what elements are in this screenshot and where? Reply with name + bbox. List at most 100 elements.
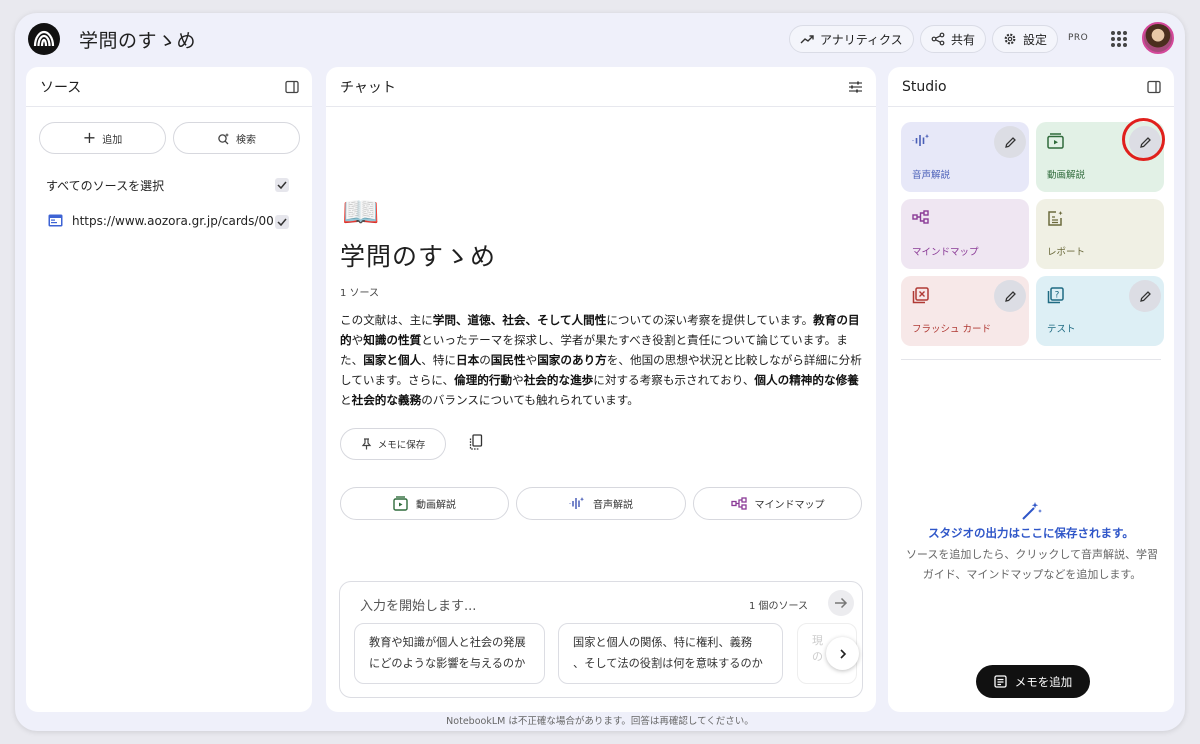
- studio-tile-flashcards[interactable]: フラッシュ カード: [901, 276, 1029, 346]
- chat-input[interactable]: 入力を開始します...: [360, 595, 476, 614]
- studio-tile-quiz[interactable]: ? テスト: [1036, 276, 1164, 346]
- notebook-title[interactable]: 学問のすゝめ: [79, 26, 196, 53]
- select-all-label: すべてのソースを選択: [46, 179, 165, 193]
- summary-text: や: [351, 333, 364, 347]
- pin-icon: [361, 438, 371, 450]
- tile-label: フラッシュ カード: [912, 324, 992, 335]
- suggestion-line: 教育や知識が個人と社会の発展: [369, 636, 526, 649]
- report-icon: [1048, 211, 1063, 226]
- share-icon: [931, 32, 945, 46]
- summary-bold-term: 社会的な進歩: [523, 373, 594, 387]
- notebook-heading: 学問のすゝめ: [340, 242, 497, 271]
- plus-icon: +: [82, 128, 97, 147]
- summary-text: についての深い考察を提供しています。: [606, 313, 814, 327]
- add-memo-label: メモを追加: [1014, 674, 1073, 689]
- select-all-checkbox[interactable]: [275, 178, 289, 192]
- divider: [901, 359, 1161, 360]
- disclaimer-footer: NotebookLM は不正確な場合があります。回答は再確認してください。: [446, 716, 754, 727]
- add-source-button[interactable]: + 追加: [39, 122, 166, 154]
- flashcard-icon: [912, 287, 929, 304]
- edit-button[interactable]: [1129, 280, 1161, 312]
- magic-wand-icon: [1022, 502, 1042, 520]
- tune-icon[interactable]: [848, 80, 863, 94]
- edit-button[interactable]: [994, 126, 1026, 158]
- highlight-ring: [1122, 118, 1165, 161]
- add-memo-button[interactable]: メモを追加: [976, 665, 1090, 698]
- send-button[interactable]: [828, 590, 854, 616]
- video-overview-button[interactable]: 動画解説: [340, 487, 509, 520]
- mind-map-button[interactable]: マインドマップ: [693, 487, 862, 520]
- edit-button[interactable]: [994, 280, 1026, 312]
- studio-empty-desc: ソースを追加したら、クリックして音声解説、学習ガイド、マインドマップなどを追加し…: [905, 548, 1159, 581]
- pencil-icon: [1004, 136, 1016, 148]
- gear-icon: [1004, 33, 1016, 45]
- suggestion-chip[interactable]: 国家と個人の関係、特に権利、義務 、そして法の役割は何を意味するのか: [558, 623, 783, 684]
- summary-text: と: [340, 393, 352, 407]
- summary-bold-term: 国家と個人: [363, 353, 422, 367]
- source-item-label[interactable]: https://www.aozora.gr.jp/cards/00...: [72, 214, 285, 228]
- next-suggestions-button[interactable]: [826, 637, 859, 670]
- search-source-button[interactable]: 検索: [173, 122, 300, 154]
- summary-bold-term: 社会的な義務: [351, 393, 422, 407]
- audio-overview-button[interactable]: 音声解説: [516, 487, 686, 520]
- web-source-icon: [48, 214, 63, 227]
- summary-bold-term: 日本: [455, 353, 480, 367]
- summary-text: この文献は、主に: [340, 313, 433, 327]
- svg-text:?: ?: [1055, 291, 1060, 301]
- studio-tile-report[interactable]: レポート: [1036, 199, 1164, 269]
- suggestion-line: 、そして法の役割は何を意味するのか: [573, 657, 763, 670]
- settings-button[interactable]: 設定: [992, 25, 1059, 53]
- sources-title: ソース: [40, 79, 82, 96]
- copy-icon[interactable]: [469, 434, 483, 450]
- check-icon: [277, 181, 287, 190]
- chat-panel: チャット 📖 学問のすゝめ 1 ソース この文献は、主に学問、道徳、社会、そして…: [326, 67, 876, 712]
- source-count: 1 ソース: [340, 288, 380, 299]
- note-icon: [994, 675, 1007, 688]
- notebooklm-logo-icon[interactable]: [28, 23, 60, 55]
- studio-empty-title: スタジオの出力はここに保存されます。: [928, 526, 1134, 540]
- summary-bold-term: 倫理的行動: [454, 373, 513, 387]
- studio-title: Studio: [902, 78, 947, 95]
- summary-text: の: [479, 353, 491, 367]
- search-sparkle-icon: [218, 132, 229, 144]
- arrow-right-icon: [835, 597, 848, 609]
- quiz-icon: ?: [1047, 287, 1064, 304]
- tile-label: 音声解説: [912, 170, 951, 181]
- check-icon: [277, 218, 287, 227]
- add-source-label: 追加: [102, 134, 123, 146]
- summary-bold-term: 国民性: [490, 353, 526, 367]
- audio-wave-icon: [912, 134, 929, 146]
- apps-grid-icon[interactable]: [1111, 31, 1127, 47]
- chat-title: チャット: [340, 79, 396, 96]
- studio-tile-audio-overview[interactable]: 音声解説: [901, 122, 1029, 192]
- pencil-icon: [1004, 290, 1016, 302]
- trending-up-icon: [800, 35, 814, 44]
- studio-tile-mind-map[interactable]: マインドマップ: [901, 199, 1029, 269]
- summary-bold-term: 国家のあり方: [537, 353, 607, 367]
- tile-label: テスト: [1047, 324, 1076, 335]
- sources-header: ソース: [26, 67, 312, 107]
- suggestion-chip[interactable]: 教育や知識が個人と社会の発展 にどのような影響を与えるのか: [354, 623, 545, 684]
- studio-panel: Studio 音声解説 動画解説 マインドマップ レポート フラッシュ カード …: [888, 67, 1174, 712]
- summary-text: のバランスについても触れられています。: [421, 393, 639, 407]
- mind-map-icon: [730, 497, 747, 510]
- collapse-panel-icon[interactable]: [1147, 80, 1161, 94]
- tile-label: 動画解説: [1047, 170, 1086, 181]
- app-window: 学問のすゝめ アナリティクス 共有 設定 PRO ソース + 追加 検索 すべて…: [15, 13, 1185, 731]
- notebook-summary: この文献は、主に学問、道徳、社会、そして人間性についての深い考察を提供しています…: [340, 310, 862, 410]
- sources-panel: ソース + 追加 検索 すべてのソースを選択 https://www.aozor…: [26, 67, 312, 712]
- mind-map-icon: [912, 210, 929, 224]
- analytics-button[interactable]: アナリティクス: [789, 25, 914, 53]
- summary-text: に対する考察も示されており、: [593, 373, 755, 387]
- chat-header: チャット: [326, 67, 876, 107]
- mind-map-label: マインドマップ: [754, 500, 825, 511]
- summary-text: や: [525, 353, 538, 367]
- save-to-memo-button[interactable]: メモに保存: [340, 428, 446, 460]
- source-item-checkbox[interactable]: [275, 215, 289, 229]
- share-button[interactable]: 共有: [920, 25, 987, 53]
- collapse-panel-icon[interactable]: [285, 80, 299, 94]
- video-overview-label: 動画解説: [416, 500, 456, 511]
- audio-wave-icon: [569, 497, 584, 509]
- settings-label: 設定: [1023, 32, 1048, 47]
- avatar[interactable]: [1142, 22, 1174, 54]
